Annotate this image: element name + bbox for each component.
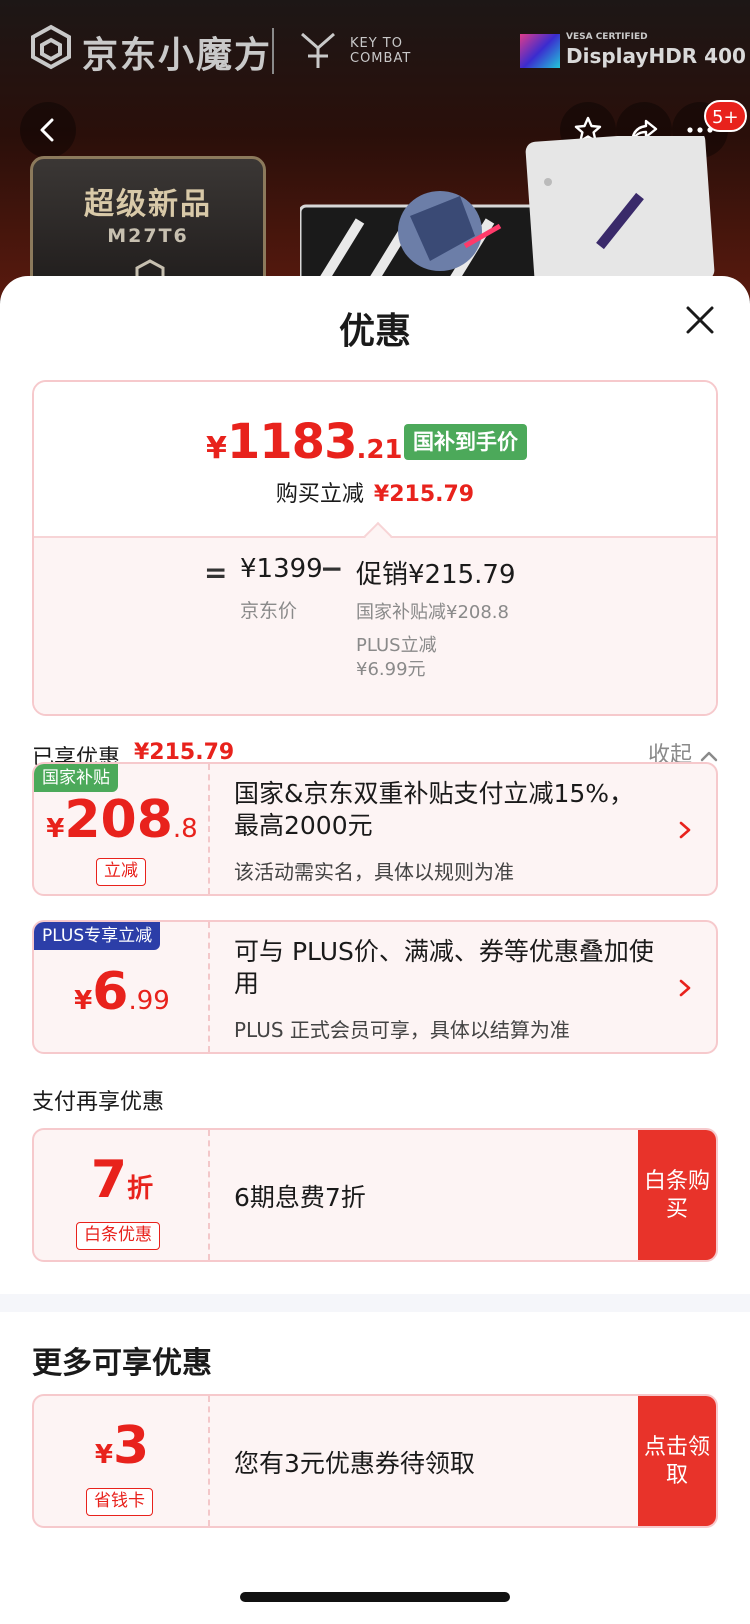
coupon-amount: ¥208.8: [34, 790, 210, 850]
plus-discount-detail: PLUS立减 ¥6.99元: [356, 634, 437, 682]
ktc-line-2: COMBAT: [350, 51, 412, 66]
equals-sign: =: [204, 556, 228, 589]
ktc-text: KEY TO COMBAT: [350, 36, 411, 66]
final-price-integer: 1183: [226, 414, 358, 470]
chevron-right-icon: [679, 821, 691, 839]
brand-name: 京东小魔方: [82, 35, 273, 76]
final-price-decimal: .21: [356, 435, 403, 465]
save-line: 购买立减 ¥215.79: [34, 476, 716, 508]
coupon-amount-integer: 208: [64, 790, 173, 850]
coupon-type-chip: 白条优惠: [76, 1222, 160, 1250]
national-subsidy-detail: 国家补贴减¥208.8: [356, 602, 509, 623]
save-amount: ¥215.79: [373, 482, 475, 507]
new-product-tag: 超级新品 M27T6: [30, 156, 266, 296]
price-breakdown-card: ¥1183.21 国补到手价 购买立减 ¥215.79 = ¥1399 京东价 −…: [32, 380, 718, 716]
cube-logo-icon: [31, 24, 71, 70]
chevron-left-icon: [40, 118, 54, 142]
coupon-value-section: 国家补贴 ¥208.8 立减: [34, 764, 210, 894]
back-button[interactable]: [20, 102, 76, 158]
currency-symbol: ¥: [206, 431, 227, 466]
final-price: ¥1183.21: [206, 414, 403, 470]
page: 京东小魔方 KEY TO COMBAT VESA CERTIFIED Displ…: [0, 0, 750, 1624]
coupon-currency: ¥: [46, 814, 65, 844]
brand-divider: [272, 28, 274, 74]
coupon-amount: ¥3: [34, 1416, 210, 1476]
coupon-value-section: ¥3 省钱卡: [34, 1396, 210, 1526]
close-icon: [686, 306, 714, 334]
baitiao-buy-button[interactable]: 白条购买: [638, 1130, 716, 1260]
minus-sign: −: [320, 552, 344, 585]
jd-price: ¥1399: [240, 554, 323, 584]
coupon-note: 该活动需实名，具体以规则为准: [234, 860, 514, 884]
coupon-amount-integer: 6: [92, 962, 129, 1022]
coupon-note: PLUS 正式会员可享，具体以结算为准: [234, 1018, 570, 1042]
coupon-type-chip: 立减: [96, 858, 146, 886]
final-price-tag: 国补到手价: [404, 424, 527, 460]
plus-discount-amount: ¥6.99元: [356, 659, 426, 680]
coupon-currency: ¥: [74, 986, 93, 1016]
jd-price-label: 京东价: [240, 600, 298, 622]
coupon-amount-integer: 3: [112, 1416, 150, 1476]
coupon-title: 国家&京东双重补贴支付立减15%，最高2000元: [234, 779, 635, 840]
coupon-currency: ¥: [94, 1440, 113, 1470]
ktc-logo-icon: [301, 32, 335, 68]
coupon-amount-decimal: .8: [172, 814, 198, 844]
home-indicator[interactable]: [240, 1592, 510, 1602]
hdr-badge-icon: [520, 34, 560, 68]
coupon-amount: 7折: [34, 1150, 210, 1210]
promo-amount: 促销¥215.79: [356, 560, 516, 590]
ktc-line-1: KEY TO: [350, 36, 403, 51]
coupon-type-chip: 省钱卡: [86, 1488, 153, 1516]
product-model: M27T6: [107, 225, 189, 247]
national-subsidy-coupon[interactable]: 国家补贴 ¥208.8 立减 国家&京东双重补贴支付立减15%，最高2000元 …: [32, 762, 718, 896]
product-hero: 京东小魔方 KEY TO COMBAT VESA CERTIFIED Displ…: [0, 0, 750, 306]
chevron-right-icon: [679, 979, 691, 997]
more-offers-title: 更多可享优惠: [32, 1346, 212, 1381]
notification-badge: 5+: [704, 100, 747, 132]
coupon-tag: PLUS专享立减: [34, 922, 161, 950]
close-button[interactable]: [680, 300, 720, 340]
coupon-amount: ¥6.99: [34, 962, 210, 1022]
pay-more-label: 支付再享优惠: [32, 1090, 165, 1115]
section-divider: [0, 1294, 750, 1312]
coupon-value-section: PLUS专享立减 ¥6.99: [34, 922, 210, 1052]
plus-discount-label: PLUS立减: [356, 635, 437, 656]
claim-coupon-button[interactable]: 点击领取: [638, 1396, 716, 1526]
brand-bar: 京东小魔方 KEY TO COMBAT VESA CERTIFIED Displ…: [0, 0, 750, 96]
baitiao-coupon: 7折 白条优惠 6期息费7折 白条购买: [32, 1128, 718, 1262]
save-label: 购买立减: [275, 482, 364, 507]
coupon-amount-decimal: .99: [128, 986, 170, 1016]
hdr-vesa-label: VESA CERTIFIED: [566, 32, 648, 42]
coupon-title: 您有3元优惠券待领取: [234, 1449, 475, 1478]
coupon-value-section: 7折 白条优惠: [34, 1130, 210, 1260]
coupon-title: 可与 PLUS价、满减、券等优惠叠加使用: [234, 937, 654, 998]
discount-sheet: 优惠 ¥1183.21 国补到手价 购买立减 ¥215.79 = ¥1399 京东…: [0, 276, 750, 1624]
plus-discount-coupon[interactable]: PLUS专享立减 ¥6.99 可与 PLUS价、满减、券等优惠叠加使用 PLUS…: [32, 920, 718, 1054]
savings-card-coupon: ¥3 省钱卡 您有3元优惠券待领取 点击领取: [32, 1394, 718, 1528]
discount-rate: 7: [90, 1150, 128, 1210]
sheet-title: 优惠: [338, 311, 411, 352]
new-product-title: 超级新品: [84, 187, 212, 222]
coupon-tag: 国家补贴: [34, 764, 118, 792]
coupon-title: 6期息费7折: [234, 1183, 366, 1212]
hdr-label: DisplayHDR 400: [566, 44, 746, 68]
final-price-section: ¥1183.21 国补到手价 购买立减 ¥215.79: [34, 382, 716, 536]
discount-unit: 折: [127, 1174, 154, 1204]
